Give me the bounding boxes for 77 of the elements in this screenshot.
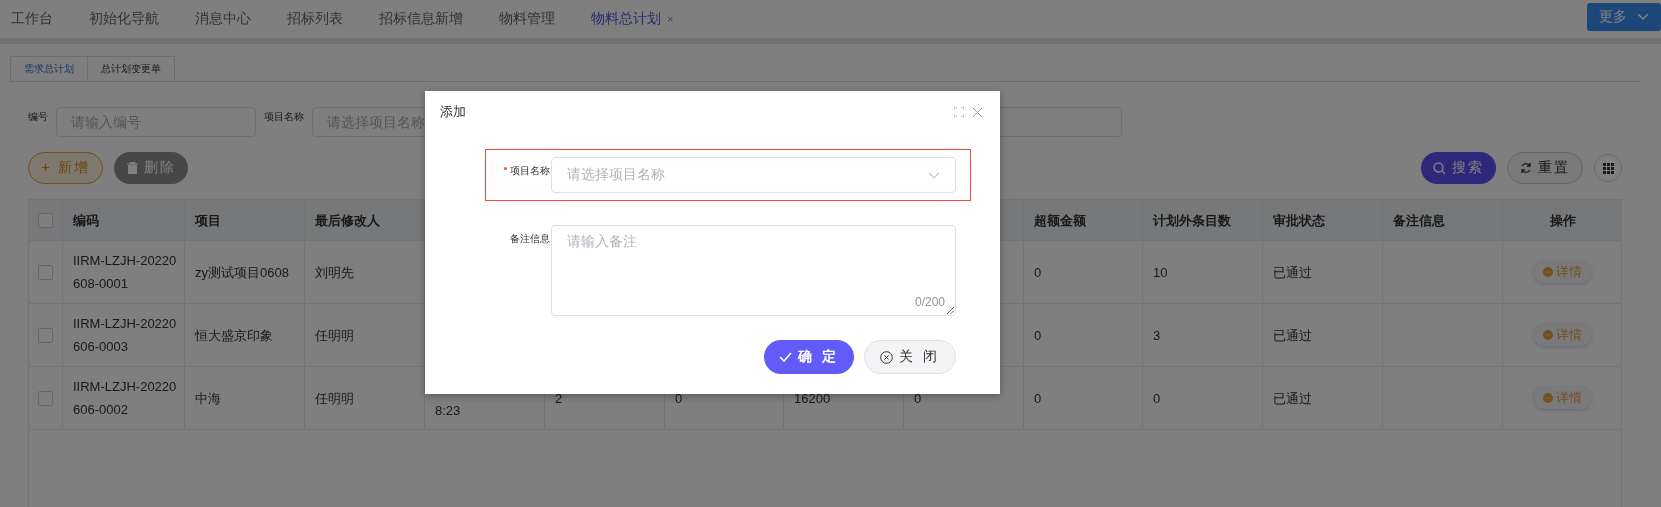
column-header: 审批状态 [1273,211,1325,230]
search-icon [1433,161,1446,175]
table-cell-text: 刘明先 [315,263,354,282]
add-button[interactable]: + 新增 [28,152,103,184]
chevron-down-icon [1637,13,1649,21]
table-cell-text: 16200 [794,389,831,408]
checkbox[interactable] [38,264,53,280]
field-label: 备注信息 [510,232,550,246]
chevron-down-icon [928,171,940,179]
checkbox[interactable] [38,327,53,343]
checkbox[interactable] [38,390,53,406]
table-cell-text: 中海 [195,389,221,408]
table-cell-text: 0 [1034,263,1042,282]
table-cell-text: IIRM-LZJH-20220608-0001 [73,252,178,293]
table-cell-text: 2 [555,389,563,408]
search-button[interactable]: 搜索 [1421,152,1496,184]
table-cell-text: 0 [1034,389,1042,408]
dialog-title: 添加 [440,103,467,121]
columns-button[interactable] [1594,154,1622,182]
checkbox[interactable] [38,212,53,228]
project-select[interactable]: 请选择项目名称 [551,157,956,193]
table-cell-text: 0 [914,389,922,408]
column-header: 计划外条目数 [1153,211,1231,230]
nav-tab[interactable]: 物料管理 [499,10,555,28]
more-dots-icon [1543,393,1553,403]
more-button[interactable]: 更多 [1587,3,1661,31]
sub-tab[interactable]: 需求总计划 [10,56,88,81]
trash-icon [126,162,138,174]
close-button[interactable]: 关 闭 [864,340,956,374]
column-header: 项目 [195,211,221,230]
table-cell-text: 3 [1153,326,1161,345]
table-cell-text: 10 [1153,263,1168,282]
close-icon[interactable] [973,107,982,117]
sub-tab[interactable]: 总计划变更单 [88,56,175,81]
more-dots-icon [1543,267,1553,277]
grid-icon [1602,162,1614,174]
column-header: 超额金额 [1034,211,1086,230]
table-cell-text: 已通过 [1273,389,1312,408]
reset-button[interactable]: 重置 [1507,152,1583,184]
table-cell-text: IIRM-LZJH-20220606-0003 [73,315,178,356]
confirm-button[interactable]: 确 定 [764,340,854,374]
more-dots-icon [1543,330,1553,340]
table-cell-text: 任明明 [315,326,354,345]
table-cell-text: 恒大盛京印象 [195,326,273,345]
nav-tab[interactable]: 招标列表 [287,10,343,28]
filter-label: 项目名称 [264,110,304,124]
detail-button[interactable]: 详情 [1534,261,1591,283]
column-header: 最后修改人 [315,211,380,230]
nav-tab[interactable]: 招标信息新增 [379,10,463,28]
table-cell-text: 已通过 [1273,263,1312,282]
detail-button[interactable]: 详情 [1534,324,1591,346]
column-header: 操作 [1549,211,1576,230]
close-tab-icon[interactable]: × [667,13,674,25]
column-header: 编码 [73,211,99,230]
table-cell-text: 已通过 [1273,326,1312,345]
refresh-icon [1520,162,1532,174]
nav-tab[interactable]: 消息中心 [195,10,251,28]
nav-tab[interactable]: 初始化导航 [89,10,159,28]
table-cell-text: 0 [675,389,683,408]
table-cell-text: zy测试项目0608 [195,263,289,282]
check-icon [779,352,793,362]
remark-textarea[interactable]: 请输入备注 0/200 [551,225,956,316]
table-cell-text: 任明明 [315,389,354,408]
nav-tab[interactable]: 工作台 [11,10,53,28]
table-cell-text: 0 [1153,389,1161,408]
fullscreen-icon[interactable] [954,107,964,117]
filter-label: 编号 [28,110,48,124]
field-label: 项目名称 [510,164,550,178]
resize-grip-icon [947,307,954,314]
table-cell-text: 8:23 [435,401,461,420]
detail-button[interactable]: 详情 [1534,387,1591,409]
close-circle-icon [880,350,894,364]
char-counter: 0/200 [914,295,945,309]
table-cell-text: 0 [1034,326,1042,345]
nav-tab[interactable]: 物料总计划 × [591,10,674,28]
table-cell-text: IIRM-LZJH-20220606-0002 [73,378,178,419]
column-header: 备注信息 [1393,211,1445,230]
